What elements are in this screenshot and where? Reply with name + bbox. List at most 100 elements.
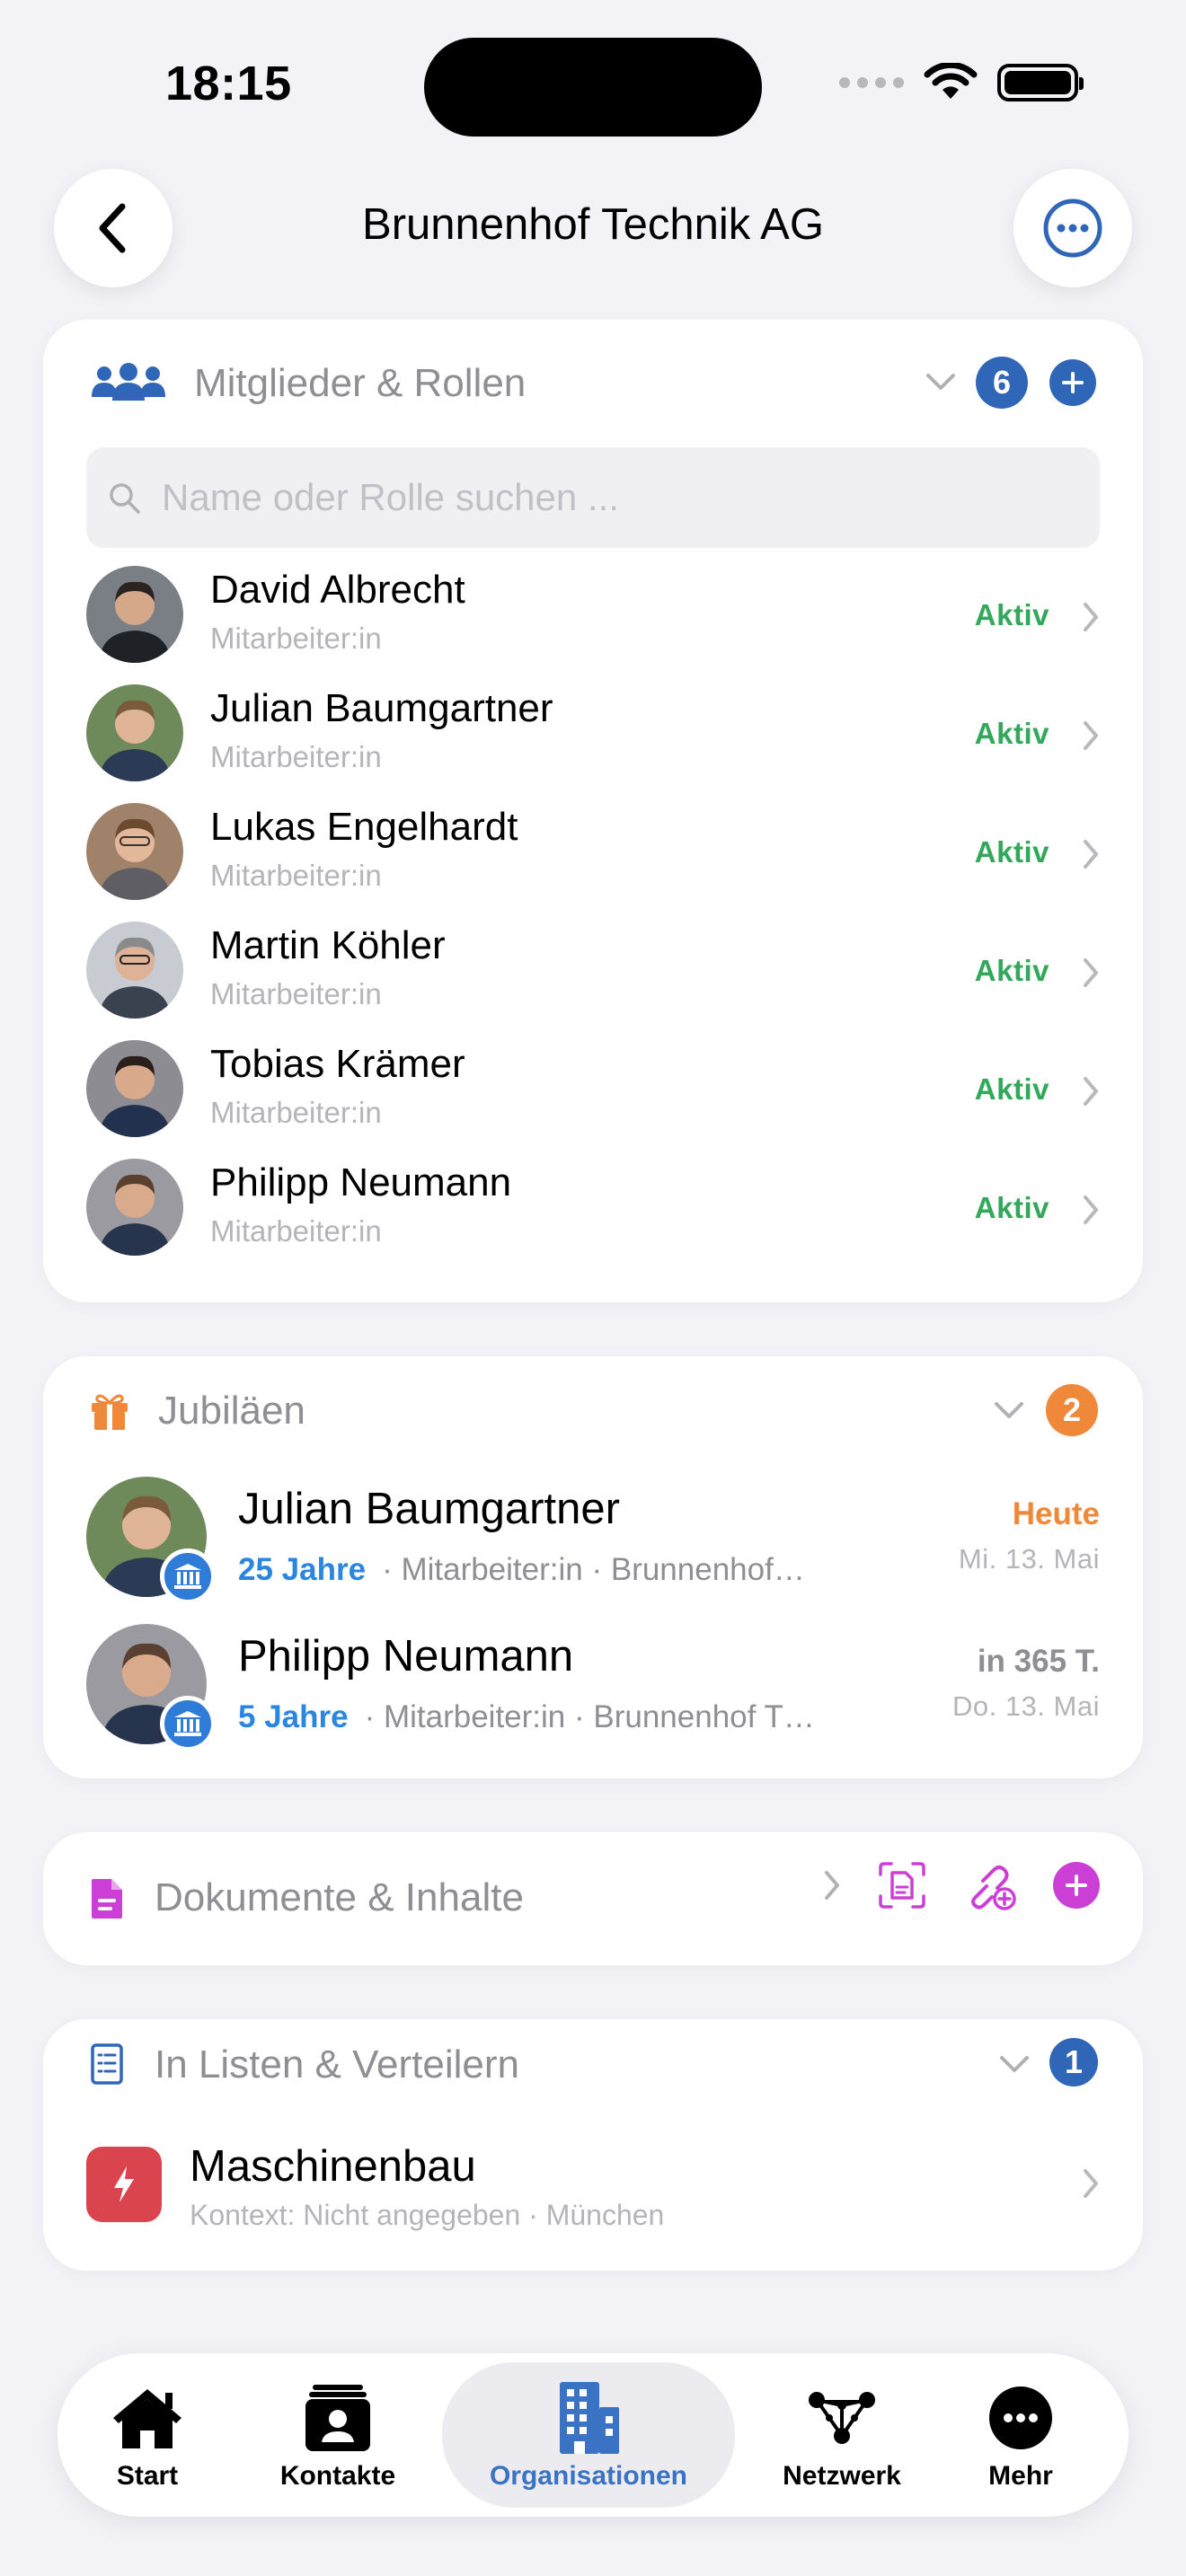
- list-name: Maschinenbau: [190, 2142, 476, 2191]
- member-name: Lukas Engelhardt: [210, 805, 518, 849]
- status-badge: Aktiv: [974, 598, 1049, 631]
- tab-label: Kontakte: [279, 2461, 396, 2491]
- search-field[interactable]: [86, 447, 1100, 548]
- tab-bar: Start Kontakte Organisationen Netzwerk M…: [58, 2353, 1128, 2517]
- tab-netzwerk[interactable]: Netzwerk: [757, 2353, 927, 2517]
- member-name: Julian Baumgartner: [210, 686, 553, 730]
- lists-card: In Listen & Verteilern 1 Maschinenbau Ko…: [43, 2019, 1143, 2271]
- members-count-badge: 6: [976, 357, 1028, 409]
- jubilee-name: Julian Baumgartner: [238, 1485, 620, 1533]
- member-name: Philipp Neumann: [210, 1160, 512, 1204]
- jubilee-when: Heute: [1012, 1496, 1100, 1531]
- member-role: Mitarbeiter:in: [210, 1096, 382, 1129]
- battery-icon: [997, 64, 1084, 101]
- tab-kontakte[interactable]: Kontakte: [266, 2353, 410, 2517]
- bank-icon: [160, 1696, 216, 1751]
- add-member-button[interactable]: [1049, 359, 1096, 406]
- member-role: Mitarbeiter:in: [210, 859, 382, 892]
- document-actions: [823, 1859, 1100, 1911]
- jubilees-card: Jubiläen 2 Julian Baumgartner 25 Jahre · …: [43, 1356, 1143, 1778]
- status-badge: Aktiv: [974, 835, 1049, 869]
- avatar: [86, 684, 183, 781]
- member-role: Mitarbeiter:in: [210, 1214, 382, 1248]
- member-name: David Albrecht: [210, 568, 465, 612]
- documents-card[interactable]: Dokumente & Inhalte: [43, 1832, 1143, 1965]
- back-button[interactable]: [54, 169, 173, 287]
- search-input[interactable]: [162, 447, 1060, 548]
- add-link-icon[interactable]: [963, 1859, 1017, 1911]
- status-icons: [839, 63, 1084, 102]
- jubilee-row[interactable]: Philipp Neumann 5 Jahre · Mitarbeiter:in …: [43, 1624, 1143, 1751]
- jubilee-years: 25 Jahre: [238, 1552, 367, 1587]
- lists-title: In Listen & Verteilern: [155, 2042, 520, 2086]
- document-icon: [92, 1879, 122, 1919]
- jubilee-meta: · Mitarbeiter:in · Brunnenhof T…: [364, 1699, 815, 1734]
- jubilee-name: Philipp Neumann: [238, 1632, 574, 1681]
- bank-icon: [160, 1548, 216, 1604]
- member-row[interactable]: David Albrecht Mitarbeiter:in Aktiv: [43, 562, 1143, 670]
- chevron-right-icon: [1084, 721, 1098, 750]
- tab-label: Mehr: [988, 2461, 1053, 2491]
- scan-document-icon[interactable]: [877, 1860, 927, 1910]
- lists-header[interactable]: In Listen & Verteilern 1: [43, 2028, 1143, 2100]
- lightning-icon: [86, 2147, 162, 2222]
- dynamic-island: [424, 38, 762, 137]
- plus-icon: [1066, 1875, 1087, 1896]
- status-badge: Aktiv: [974, 1191, 1049, 1224]
- house-icon: [113, 2389, 181, 2448]
- search-icon: [110, 483, 140, 514]
- member-row[interactable]: Philipp Neumann Mitarbeiter:in Aktiv: [43, 1155, 1143, 1263]
- tab-mehr[interactable]: Mehr: [967, 2353, 1075, 2517]
- chevron-down-icon[interactable]: [925, 372, 956, 392]
- chevron-right-icon: [1084, 840, 1098, 869]
- jubilee-detail: 5 Jahre · Mitarbeiter:in · Brunnenhof T…: [238, 1699, 885, 1735]
- member-row[interactable]: Tobias Krämer Mitarbeiter:in Aktiv: [43, 1037, 1143, 1144]
- chevron-right-icon[interactable]: [823, 1870, 841, 1901]
- jubilee-years: 5 Jahre: [238, 1699, 349, 1734]
- people-icon: [92, 363, 165, 401]
- member-row[interactable]: Julian Baumgartner Mitarbeiter:in Aktiv: [43, 681, 1143, 789]
- member-role: Mitarbeiter:in: [210, 622, 382, 655]
- chevron-down-icon[interactable]: [994, 1400, 1024, 1420]
- more-icon: [989, 2386, 1052, 2449]
- member-row[interactable]: Martin Köhler Mitarbeiter:in Aktiv: [43, 918, 1143, 1026]
- member-name: Martin Köhler: [210, 923, 446, 967]
- contacts-icon: [305, 2385, 370, 2451]
- jubilees-header[interactable]: Jubiläen 2: [43, 1374, 1143, 1446]
- lists-count-badge: 1: [1049, 2038, 1098, 2086]
- status-bar: 18:15: [0, 0, 1186, 162]
- add-document-button[interactable]: [1053, 1862, 1100, 1909]
- jubilee-when: in 365 T.: [977, 1644, 1100, 1679]
- chevron-down-icon[interactable]: [999, 2054, 1030, 2074]
- member-role: Mitarbeiter:in: [210, 740, 382, 773]
- more-options-button[interactable]: [1013, 169, 1132, 287]
- jubilees-count-badge: 2: [1046, 1384, 1098, 1436]
- avatar: [86, 566, 183, 663]
- gift-icon: [92, 1394, 128, 1430]
- avatar: [86, 803, 183, 900]
- chevron-right-icon: [1084, 1195, 1098, 1224]
- building-icon: [560, 2382, 619, 2454]
- documents-title: Dokumente & Inhalte: [155, 1875, 524, 1919]
- network-icon: [809, 2392, 875, 2444]
- chevron-right-icon: [1084, 958, 1098, 987]
- tab-label: Organisationen: [489, 2461, 688, 2491]
- jubilee-date: Do. 13. Mai: [951, 1690, 1100, 1722]
- plus-icon: [1062, 372, 1084, 393]
- tab-organisationen[interactable]: Organisationen: [442, 2362, 735, 2508]
- jubilee-row[interactable]: Julian Baumgartner 25 Jahre · Mitarbeiter…: [43, 1477, 1143, 1604]
- status-badge: Aktiv: [974, 954, 1049, 987]
- tab-start[interactable]: Start: [84, 2353, 210, 2517]
- status-badge: Aktiv: [974, 1072, 1049, 1106]
- member-role: Mitarbeiter:in: [210, 977, 382, 1010]
- wifi-icon: [924, 63, 978, 99]
- chevron-left-icon: [99, 203, 126, 253]
- tab-label: Start: [116, 2461, 179, 2491]
- chevron-right-icon: [1084, 1077, 1098, 1106]
- avatar: [86, 1159, 183, 1256]
- member-row[interactable]: Lukas Engelhardt Mitarbeiter:in Aktiv: [43, 799, 1143, 907]
- avatar: [86, 922, 183, 1019]
- ellipsis-circle-icon: [1043, 198, 1102, 258]
- jubilees-title: Jubiläen: [158, 1389, 305, 1433]
- members-header[interactable]: Mitglieder & Rollen 6: [43, 347, 1143, 419]
